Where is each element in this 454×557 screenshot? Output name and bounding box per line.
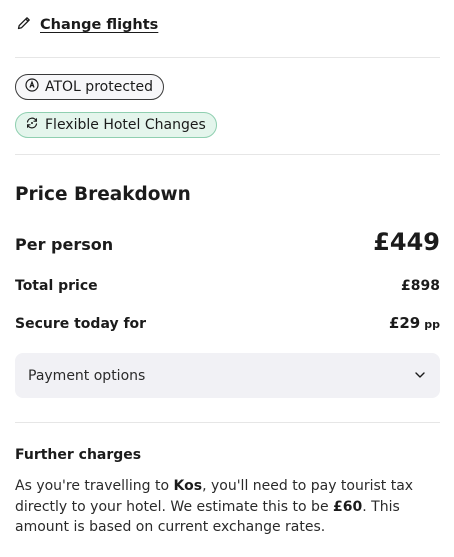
total-price-row: Total price £898 (15, 278, 440, 294)
secure-today-price: £29 pp (389, 314, 440, 332)
payment-options-dropdown[interactable]: Payment options (15, 353, 440, 398)
further-charges-heading: Further charges (15, 447, 142, 463)
atol-badge-label: ATOL protected (45, 79, 154, 95)
flexible-hotel-badge-label: Flexible Hotel Changes (45, 117, 206, 133)
change-flights-label[interactable]: Change flights (40, 17, 158, 33)
total-price-value: £898 (401, 278, 440, 294)
per-person-label: Per person (15, 235, 114, 254)
divider (15, 154, 440, 155)
tourist-tax-amount: £60 (333, 498, 363, 515)
atol-badge: ATOL protected (15, 74, 165, 100)
further-charges-text: As you're travelling to Kos, you'll need… (15, 476, 443, 538)
divider (15, 57, 440, 58)
per-person-row: Per person £449 (15, 228, 440, 256)
total-price-label: Total price (15, 278, 98, 294)
secure-today-label: Secure today for (15, 316, 147, 332)
secure-today-value: £29 (388, 314, 421, 332)
divider (15, 422, 440, 423)
refresh-icon (25, 116, 39, 134)
atol-shield-icon (25, 78, 39, 96)
further-charges-text-part: As you're travelling to (15, 478, 174, 494)
destination-name: Kos (173, 478, 203, 494)
change-flights-link[interactable]: Change flights (16, 15, 158, 35)
price-breakdown-heading: Price Breakdown (15, 184, 191, 205)
per-person-price: £449 (373, 228, 440, 256)
secure-today-unit: pp (424, 318, 440, 331)
pencil-icon (16, 15, 32, 35)
flexible-hotel-badge: Flexible Hotel Changes (15, 112, 217, 138)
chevron-down-icon (414, 366, 426, 385)
payment-options-label: Payment options (28, 367, 146, 384)
secure-today-row: Secure today for £29 pp (15, 314, 440, 332)
